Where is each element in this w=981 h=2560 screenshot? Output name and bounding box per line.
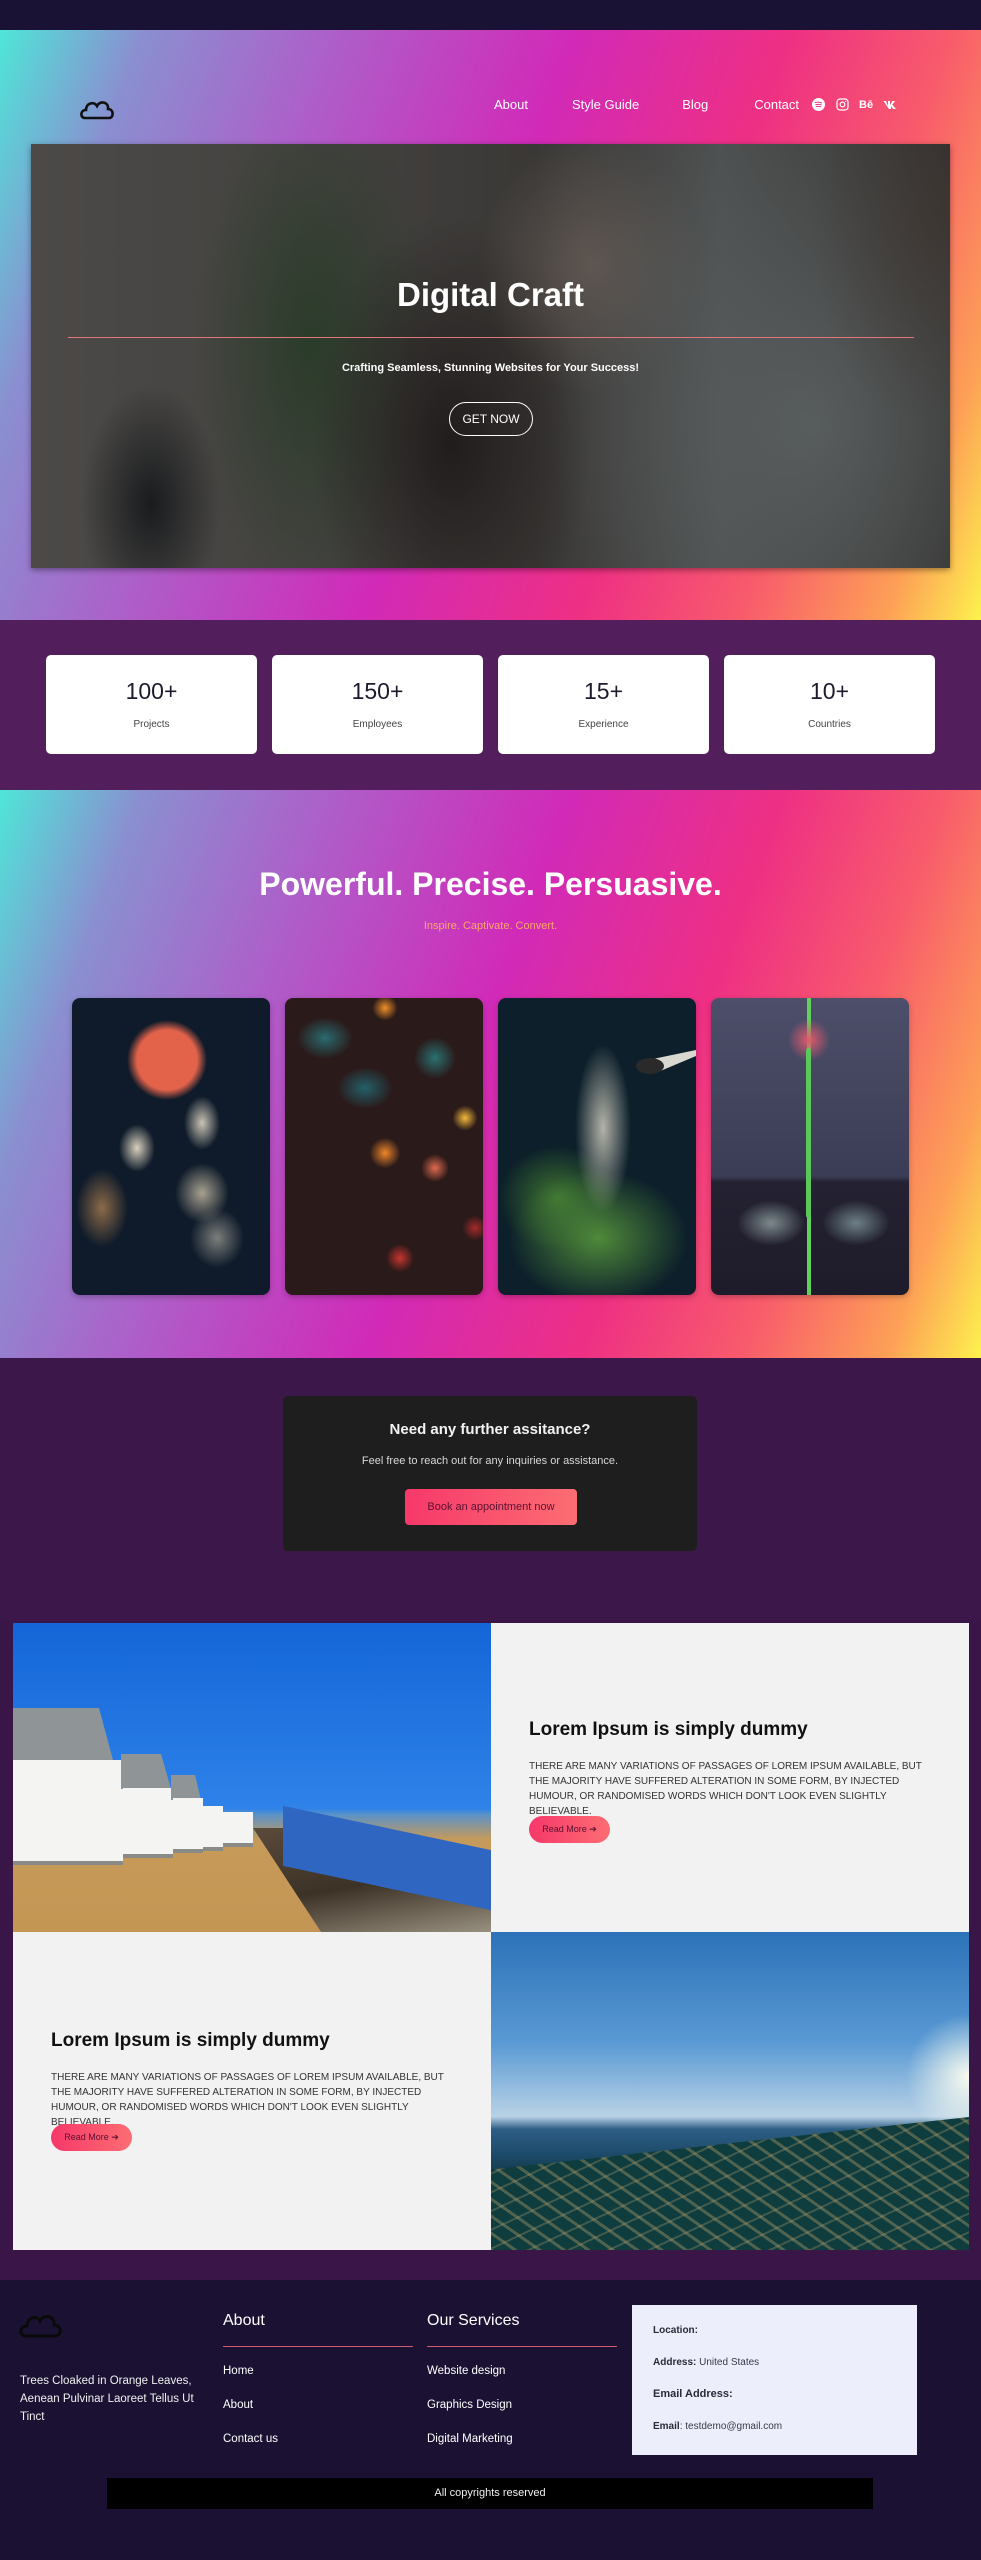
cloud-logo-icon[interactable]	[78, 94, 118, 122]
top-bar	[0, 0, 981, 30]
stat-value: 10+	[809, 678, 849, 704]
stat-card-experience: 15+ Experience	[498, 655, 709, 754]
footer-link-graphics-design[interactable]: Graphics Design	[427, 2399, 512, 2411]
hero-banner: Digital Craft Crafting Seamless, Stunnin…	[31, 144, 950, 568]
footer-link-digital-marketing[interactable]: Digital Marketing	[427, 2433, 513, 2445]
cta-section: Need any further assitance? Feel free to…	[0, 1358, 981, 1620]
footer-cloud-logo-icon	[18, 2307, 64, 2341]
behance-icon[interactable]: Bē	[859, 98, 873, 112]
gallery-section: Powerful. Precise. Persuasive. Inspire. …	[0, 790, 981, 1358]
nav-link-about[interactable]: About	[494, 97, 528, 112]
footer-about-column: About Home About Contact us	[223, 2312, 413, 2467]
footer-divider	[223, 2346, 413, 2347]
assistance-card: Need any further assitance? Feel free to…	[283, 1396, 697, 1551]
copyright-bar: All copyrights reserved	[107, 2478, 873, 2509]
gallery-title: Powerful. Precise. Persuasive.	[259, 866, 722, 902]
email-heading: Email Address:	[653, 2388, 733, 2400]
footer-services-heading: Our Services	[427, 2312, 520, 2329]
spotify-icon[interactable]	[811, 98, 825, 112]
stat-card-projects: 100+ Projects	[46, 655, 257, 754]
book-appointment-button[interactable]: Book an appointment now	[405, 1489, 577, 1525]
email-value[interactable]: testdemo@gmail.com	[685, 2421, 782, 2432]
stat-value: 100+	[125, 678, 178, 704]
cta-text: Feel free to reach out for any inquiries…	[361, 1455, 619, 1467]
hero-section: About Style Guide Blog Contact Bē Digita…	[0, 30, 981, 620]
cta-title: Need any further assitance?	[389, 1421, 591, 1438]
hero-tagline: Crafting Seamless, Stunning Websites for…	[341, 362, 640, 374]
feature-title: Lorem Ipsum is simply dummy	[529, 1719, 808, 1740]
stats-section: 100+ Projects 150+ Employees 15+ Experie…	[0, 620, 981, 790]
main-nav: About Style Guide Blog Contact Bē	[0, 30, 981, 145]
get-now-button[interactable]: GET NOW	[449, 402, 533, 436]
read-more-button[interactable]: Read More ➔	[529, 1816, 610, 1843]
social-links: Bē	[811, 98, 897, 112]
footer-link-website-design[interactable]: Website design	[427, 2365, 505, 2377]
footer-link-contact-us[interactable]: Contact us	[223, 2433, 278, 2445]
footer-services-column: Our Services Website design Graphics Des…	[427, 2312, 617, 2467]
gallery-subtitle: Inspire. Captivate. Convert.	[423, 920, 558, 932]
stat-value: 15+	[583, 678, 623, 704]
footer-link-home[interactable]: Home	[223, 2365, 254, 2377]
stat-label: Countries	[808, 719, 851, 730]
hero-divider	[68, 337, 914, 338]
stat-value: 150+	[351, 678, 404, 704]
vk-icon[interactable]	[883, 98, 897, 112]
footer-divider	[427, 2346, 617, 2347]
nav-link-style-guide[interactable]: Style Guide	[572, 97, 639, 112]
read-more-button[interactable]: Read More ➔	[51, 2124, 132, 2151]
address-label: Address:	[653, 2357, 697, 2368]
nav-link-blog[interactable]: Blog	[682, 97, 708, 112]
footer-about-heading: About	[223, 2312, 265, 2329]
stat-label: Projects	[133, 719, 170, 730]
gallery-image-watering-plants	[498, 998, 696, 1295]
instagram-icon[interactable]	[835, 98, 849, 112]
feature-card-1: Lorem Ipsum is simply dummy There are ma…	[491, 1623, 969, 1932]
footer-link-about[interactable]: About	[223, 2399, 253, 2411]
feature-body: There are many variations of passages of…	[529, 1761, 922, 1817]
stat-label: Experience	[578, 719, 629, 730]
email-label: Email	[653, 2421, 680, 2432]
hero-title: Digital Craft	[396, 276, 584, 313]
stat-card-employees: 150+ Employees	[272, 655, 483, 754]
footer: Trees Cloaked in Orange Leaves, Aenean P…	[0, 2280, 981, 2560]
footer-description: Trees Cloaked in Orange Leaves, Aenean P…	[20, 2375, 194, 2423]
gallery-image-orange-flowers	[285, 998, 483, 1295]
feature-card-2: Lorem Ipsum is simply dummy There are ma…	[13, 1932, 491, 2250]
nav-link-contact[interactable]: Contact	[754, 97, 799, 112]
features-section: Lorem Ipsum is simply dummy There are ma…	[0, 1620, 981, 2280]
stat-card-countries: 10+ Countries	[724, 655, 935, 754]
nav-links: About Style Guide Blog Contact Bē	[494, 97, 897, 112]
feature-body: There are many variations of passages of…	[51, 2072, 444, 2128]
feature-image-beach-cottages	[13, 1623, 491, 1932]
feature-image-sandy-beach	[491, 1932, 969, 2250]
gallery-image-gerbera-stones	[711, 998, 909, 1295]
gallery-image-flower-on-stones	[72, 998, 270, 1295]
contact-info-box: Location: Address: United States Email A…	[632, 2305, 917, 2455]
location-label: Location:	[653, 2325, 698, 2336]
stat-label: Employees	[352, 719, 403, 730]
address-value: United States	[699, 2357, 760, 2368]
feature-title: Lorem Ipsum is simply dummy	[51, 2030, 330, 2051]
